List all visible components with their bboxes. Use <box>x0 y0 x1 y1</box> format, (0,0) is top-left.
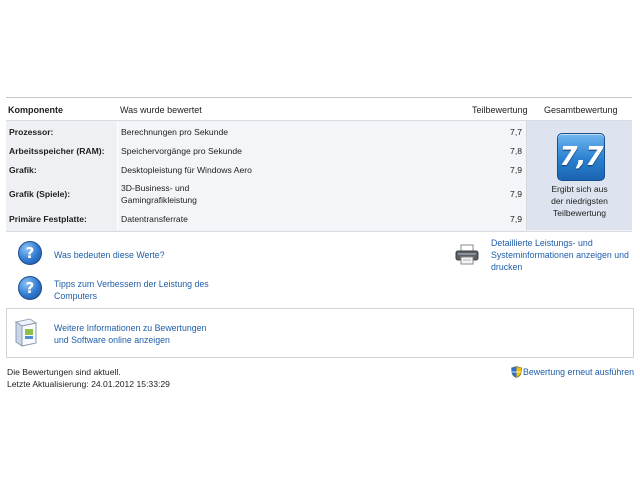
row-score-ram: 7,8 <box>510 146 522 156</box>
details-link-line2[interactable]: Systeminformationen anzeigen und <box>491 249 629 261</box>
header-subscore: Teilbewertung <box>472 105 528 115</box>
tips-link[interactable]: Tipps zum Verbessern der Leistung des Co… <box>54 278 209 302</box>
row-label-ram: Arbeitsspeicher (RAM): <box>9 146 105 156</box>
online-link[interactable]: Weitere Informationen zu Bewertungen und… <box>54 322 206 346</box>
status-last-update: Letzte Aktualisierung: 24.01.2012 15:33:… <box>7 379 170 389</box>
row-desc-disk: Datentransferrate <box>121 214 188 224</box>
header-basescore: Gesamtbewertung <box>544 105 618 115</box>
row-desc-ram: Speichervorgänge pro Sekunde <box>121 146 242 156</box>
base-score-badge: 7,7 <box>557 133 605 181</box>
printer-icon[interactable] <box>454 243 480 265</box>
help-icon[interactable]: ? <box>18 276 42 300</box>
details-link[interactable]: Detaillierte Leistungs- und Systeminform… <box>491 237 629 273</box>
uac-shield-icon[interactable] <box>511 366 522 378</box>
header-component: Komponente <box>8 105 63 115</box>
row-label-gaming: Grafik (Spiele): <box>9 189 71 199</box>
base-score-value: 7,7 <box>559 142 603 172</box>
meaning-link[interactable]: Was bedeuten diese Werte? <box>54 249 165 261</box>
header-divider <box>6 97 632 98</box>
row-score-graphics: 7,9 <box>510 165 522 175</box>
row-desc-gaming-line1: 3D-Business- und <box>121 183 190 193</box>
row-label-graphics: Grafik: <box>9 165 37 175</box>
row-desc-gaming-line2: Gamingrafikleistung <box>121 195 197 205</box>
base-note-line3: Teilbewertung <box>552 208 607 218</box>
row-score-disk: 7,9 <box>510 214 522 224</box>
row-score-cpu: 7,7 <box>510 127 522 137</box>
row-desc-graphics: Desktopleistung für Windows Aero <box>121 165 252 175</box>
base-note-line2: der niedrigsten <box>551 196 608 206</box>
row-label-cpu: Prozessor: <box>9 127 54 137</box>
rerun-assessment-link[interactable]: Bewertung erneut ausführen <box>523 366 634 378</box>
tips-link-line1[interactable]: Tipps zum Verbessern der Leistung des <box>54 278 209 290</box>
online-link-line1[interactable]: Weitere Informationen zu Bewertungen <box>54 322 206 334</box>
status-current: Die Bewertungen sind aktuell. <box>7 367 121 377</box>
details-link-line3[interactable]: drucken <box>491 261 629 273</box>
tips-link-line2[interactable]: Computers <box>54 290 209 302</box>
row-score-gaming: 7,9 <box>510 189 522 199</box>
base-score-note: Ergibt sich aus der niedrigsten Teilbewe… <box>529 183 630 219</box>
details-link-line1[interactable]: Detaillierte Leistungs- und <box>491 237 629 249</box>
base-note-line1: Ergibt sich aus <box>551 184 608 194</box>
row-label-disk: Primäre Festplatte: <box>9 214 87 224</box>
header-rated: Was wurde bewertet <box>120 105 202 115</box>
row-desc-cpu: Berechnungen pro Sekunde <box>121 127 229 137</box>
online-link-line2[interactable]: und Software online anzeigen <box>54 334 206 346</box>
help-icon[interactable]: ? <box>18 241 42 265</box>
software-box-icon[interactable] <box>12 316 40 348</box>
